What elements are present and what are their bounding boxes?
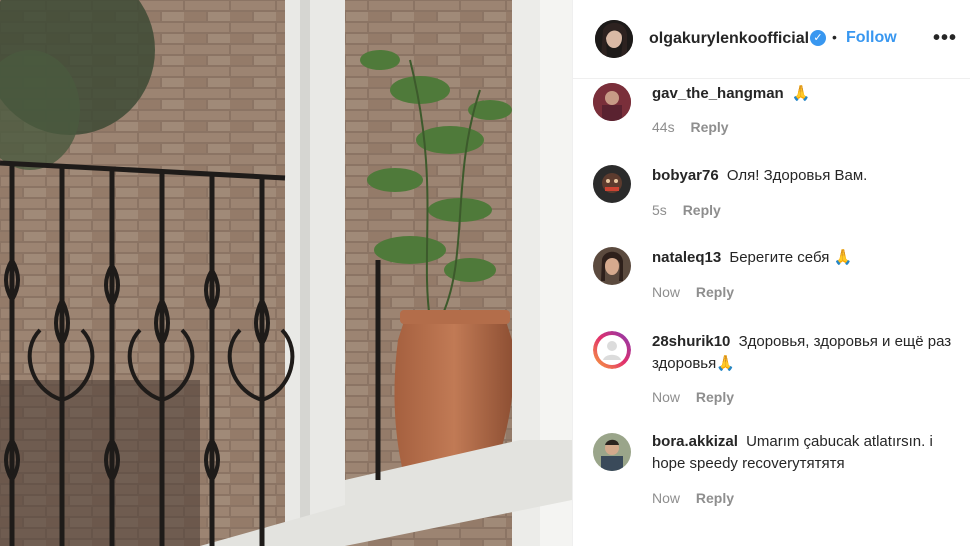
header-separator: • [832,29,837,45]
post-photo[interactable] [0,0,572,546]
comment-timestamp: Now [652,284,681,300]
comment-text: bora.akkizal Umarım çabucak atlatırsın. … [652,431,952,475]
reply-button[interactable]: Reply [683,202,721,218]
commenter-avatar[interactable] [593,247,631,285]
reply-button[interactable]: Reply [696,490,734,506]
more-options-icon[interactable]: ••• [931,24,959,52]
commenter-avatar[interactable] [593,83,631,121]
post-photo-image [0,0,572,546]
instagram-post-modal: olgakurylenkoofficial ✓ • Follow ••• gav… [0,0,970,546]
comment-meta: 44s Reply [652,119,729,135]
author-avatar[interactable] [595,20,633,58]
reply-button[interactable]: Reply [696,389,734,405]
commenter-username[interactable]: nataleq13 [652,249,721,266]
comment-body: Оля! Здоровья Вам. [726,167,868,184]
comment-body: Берегите себя 🙏 [729,249,853,266]
verified-icon: ✓ [810,30,826,46]
comment-text: 28shurik10 Здоровья, здоровья и ещё раз … [652,331,952,375]
comments-list[interactable]: gav_the_hangman 🙏 44s Reply bobyar76 Оля… [573,80,970,546]
commenter-username[interactable]: gav_the_hangman [652,85,784,102]
reply-button[interactable]: Reply [696,284,734,300]
comment-body: 🙏 [791,85,811,102]
comment-meta: Now Reply [652,389,734,405]
commenter-avatar[interactable] [593,433,631,471]
comment-text: nataleq13 Берегите себя 🙏 [652,247,952,269]
follow-button[interactable]: Follow [846,29,897,47]
commenter-avatar[interactable] [593,331,631,369]
commenter-username[interactable]: 28shurik10 [652,333,730,350]
comment-meta: Now Reply [652,284,734,300]
comments-sidebar: olgakurylenkoofficial ✓ • Follow ••• gav… [572,0,970,546]
commenter-username[interactable]: bobyar76 [652,167,719,184]
comment-meta: Now Reply [652,490,734,506]
comment-text: gav_the_hangman 🙏 [652,83,952,105]
comment-timestamp: Now [652,389,681,405]
commenter-username[interactable]: bora.akkizal [652,433,738,450]
comment-timestamp: 44s [652,119,675,135]
author-username[interactable]: olgakurylenkoofficial [649,30,809,48]
comment-meta: 5s Reply [652,202,721,218]
comment-timestamp: Now [652,490,681,506]
post-header: olgakurylenkoofficial ✓ • Follow ••• [573,0,970,79]
commenter-avatar[interactable] [593,165,631,203]
comment-timestamp: 5s [652,202,667,218]
comment-text: bobyar76 Оля! Здоровья Вам. [652,165,952,187]
reply-button[interactable]: Reply [690,119,728,135]
